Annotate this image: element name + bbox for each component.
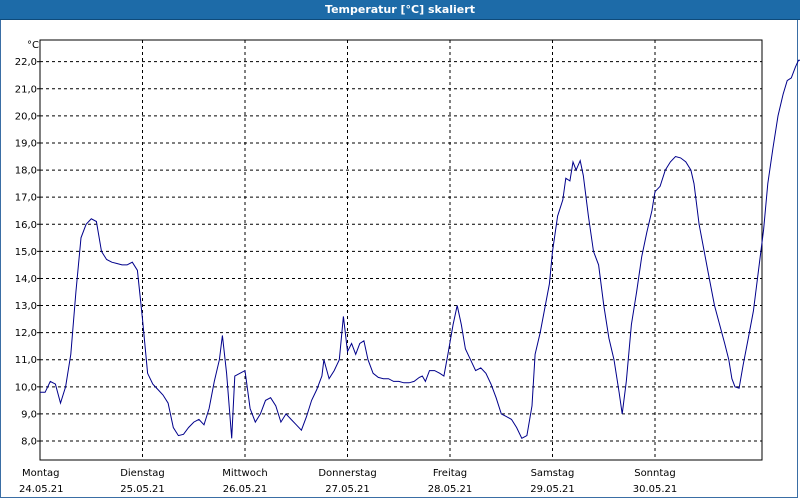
y-tick-label: 9,0 bbox=[21, 409, 37, 420]
x-date-label: 27.05.21 bbox=[325, 484, 370, 495]
y-tick-label: 10,0 bbox=[15, 382, 37, 393]
y-tick-labels: 8,0 9,0 10,0 11,0 12,0 13,0 14,0 15,0 16,0 17,0 18… bbox=[15, 57, 37, 447]
x-day-label: Dienstag bbox=[120, 468, 165, 479]
x-day-label: Donnerstag bbox=[318, 468, 376, 479]
x-day-label: Mittwoch bbox=[222, 468, 267, 479]
temperature-chart: °C 8,0 9,0 10,0 11,0 12,0 13,0 14,0 15,0 16,0 17,… bbox=[15, 39, 800, 495]
x-day-label: Montag bbox=[22, 468, 59, 479]
y-tick-label: 12,0 bbox=[15, 328, 37, 339]
x-day-label: Sonntag bbox=[634, 468, 676, 479]
x-date-label: 24.05.21 bbox=[19, 484, 64, 495]
y-tick-label: 16,0 bbox=[15, 220, 37, 231]
y-tick-label: 20,0 bbox=[15, 111, 37, 122]
y-unit-label: °C bbox=[27, 40, 39, 51]
x-date-label: 25.05.21 bbox=[120, 484, 165, 495]
plot-area bbox=[39, 39, 763, 461]
x-date-label: 26.05.21 bbox=[223, 484, 268, 495]
x-date-label: 29.05.21 bbox=[530, 484, 575, 495]
x-tick-labels: Montag 24.05.21 Dienstag 25.05.21 Mittwoch 26… bbox=[19, 468, 677, 495]
y-tick-label: 8,0 bbox=[21, 437, 37, 448]
y-tick-label: 15,0 bbox=[15, 247, 37, 258]
y-tick-label: 18,0 bbox=[15, 166, 37, 177]
x-day-label: Samstag bbox=[531, 468, 575, 479]
x-date-label: 28.05.21 bbox=[428, 484, 473, 495]
y-tick-label: 21,0 bbox=[15, 84, 37, 95]
y-tick-label: 13,0 bbox=[15, 301, 37, 312]
y-tick-label: 22,0 bbox=[15, 57, 37, 68]
y-tick-label: 11,0 bbox=[15, 355, 37, 366]
x-date-label: 30.05.21 bbox=[633, 484, 678, 495]
y-tick-label: 19,0 bbox=[15, 138, 37, 149]
y-tick-label: 14,0 bbox=[15, 274, 37, 285]
y-tick-label: 17,0 bbox=[15, 193, 37, 204]
x-day-label: Freitag bbox=[433, 468, 467, 479]
